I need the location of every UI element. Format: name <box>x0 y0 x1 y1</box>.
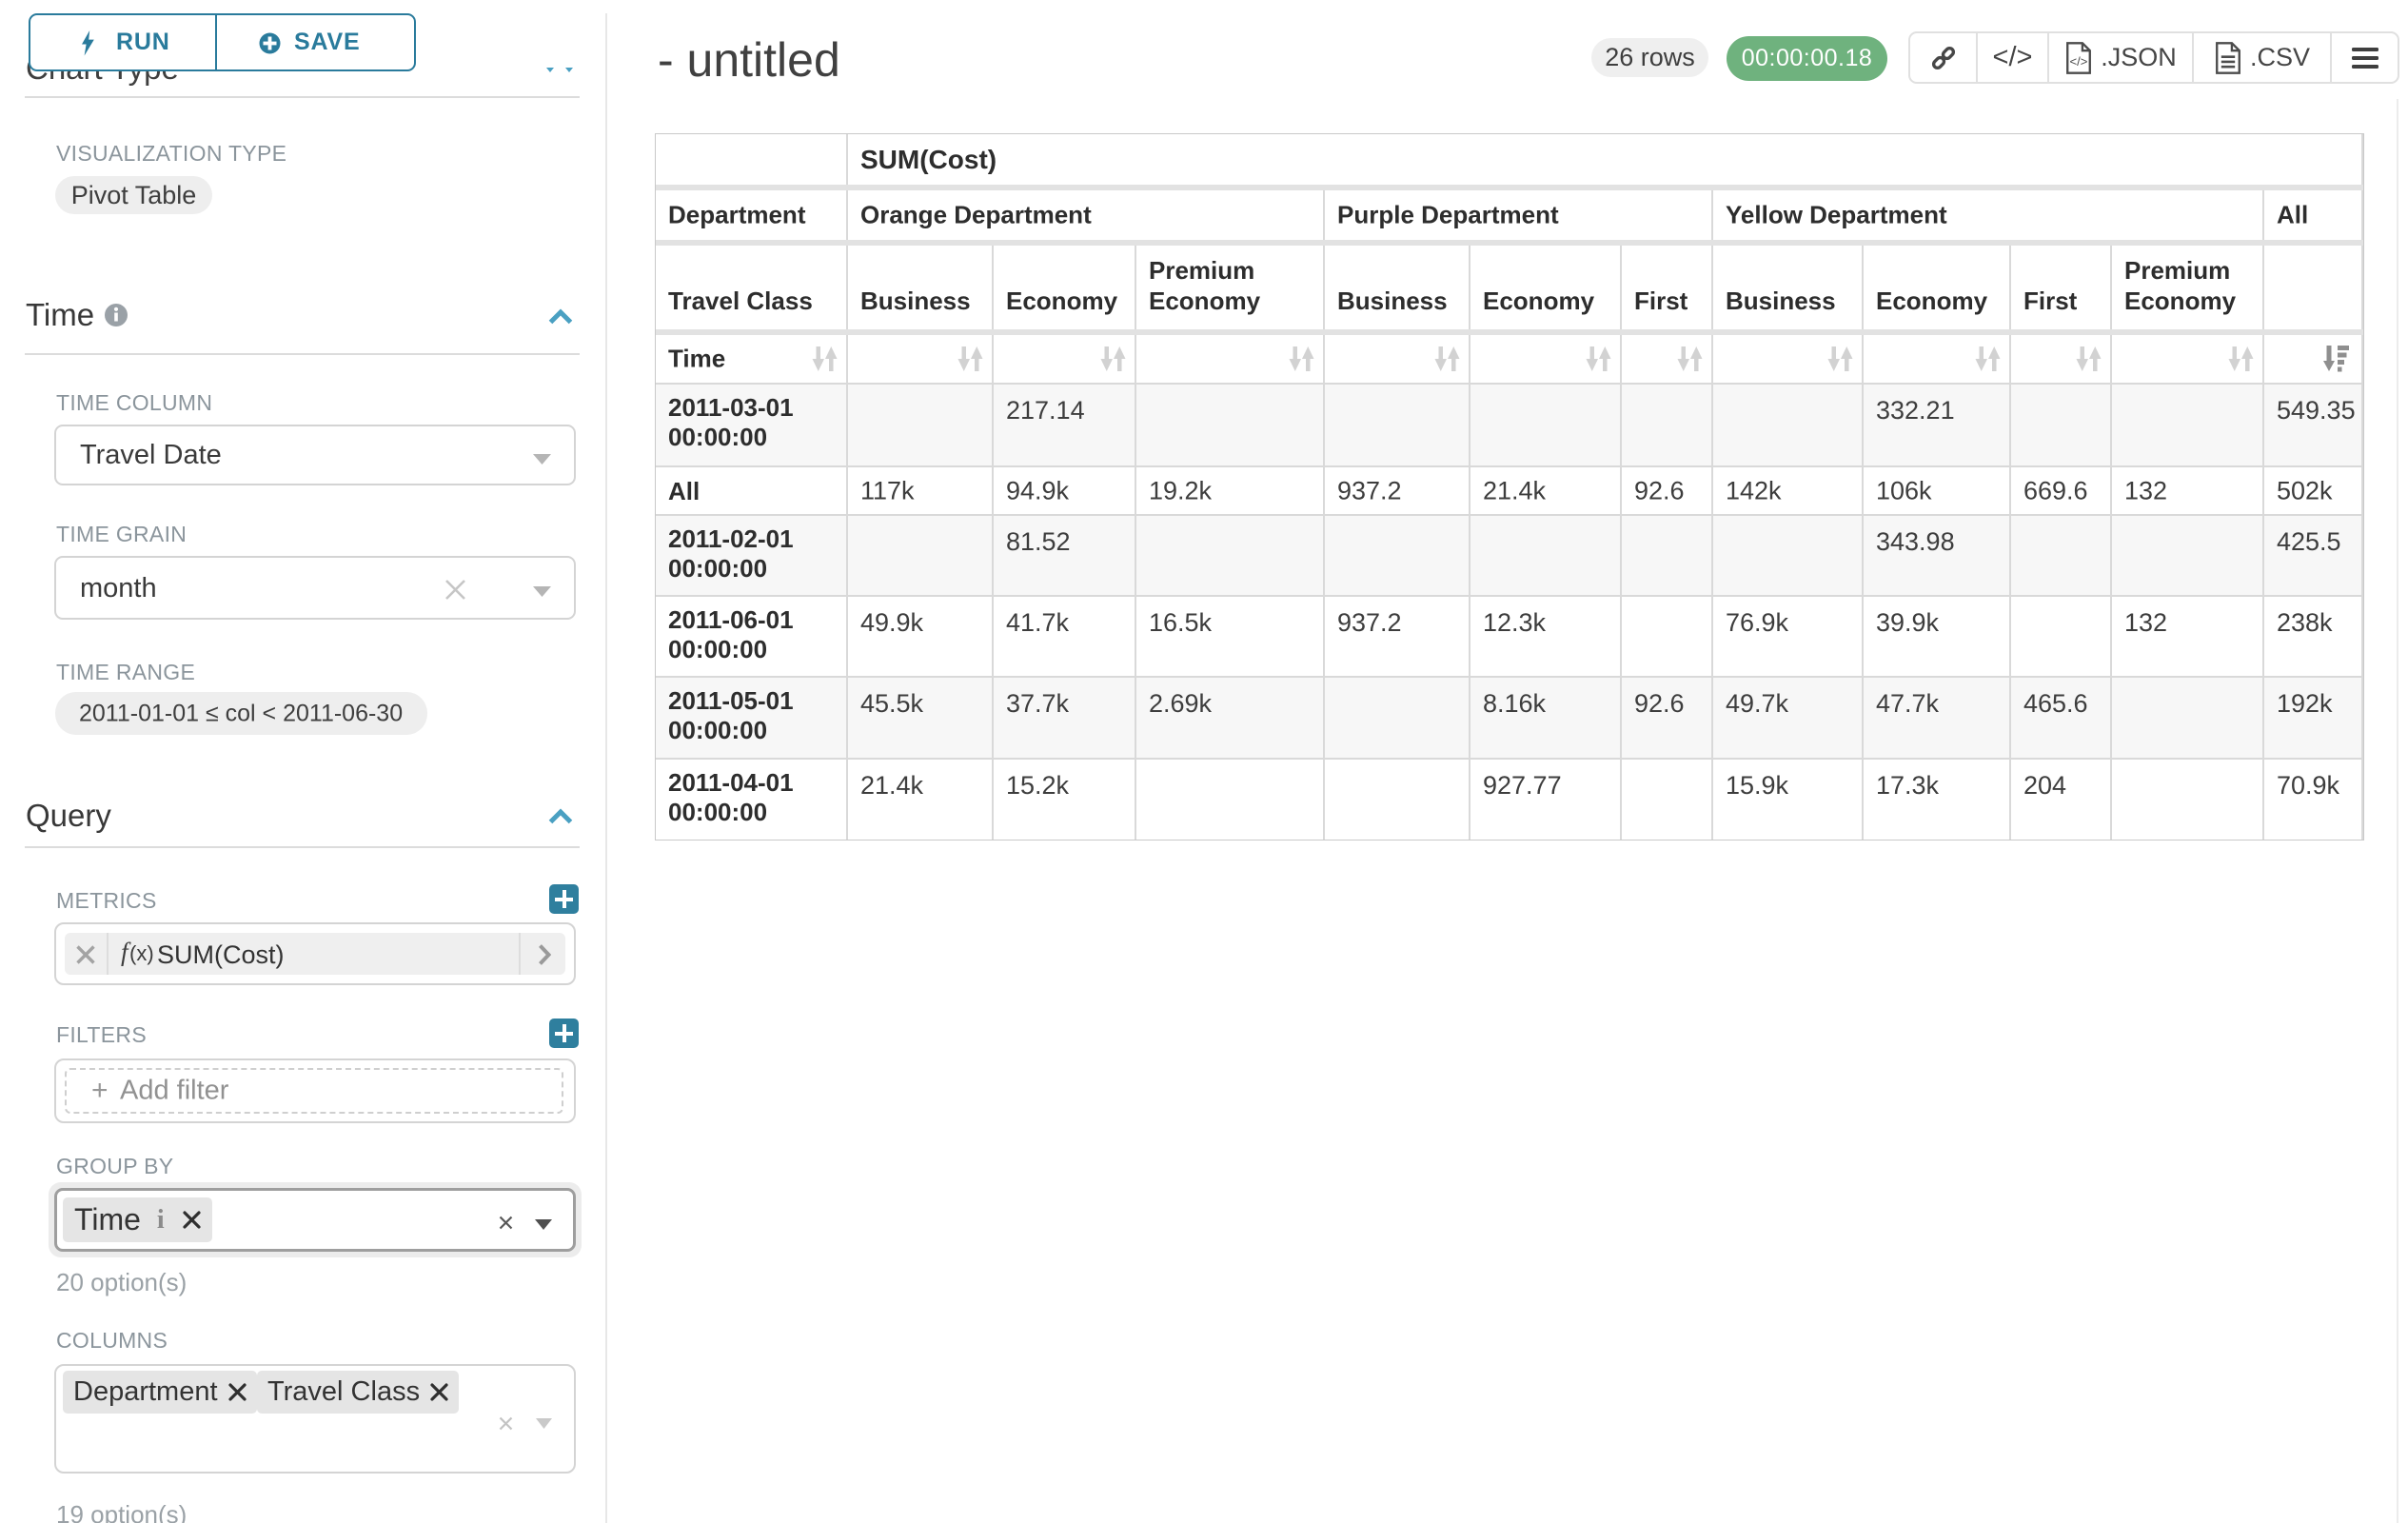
svg-text:</>: </> <box>2070 53 2088 68</box>
